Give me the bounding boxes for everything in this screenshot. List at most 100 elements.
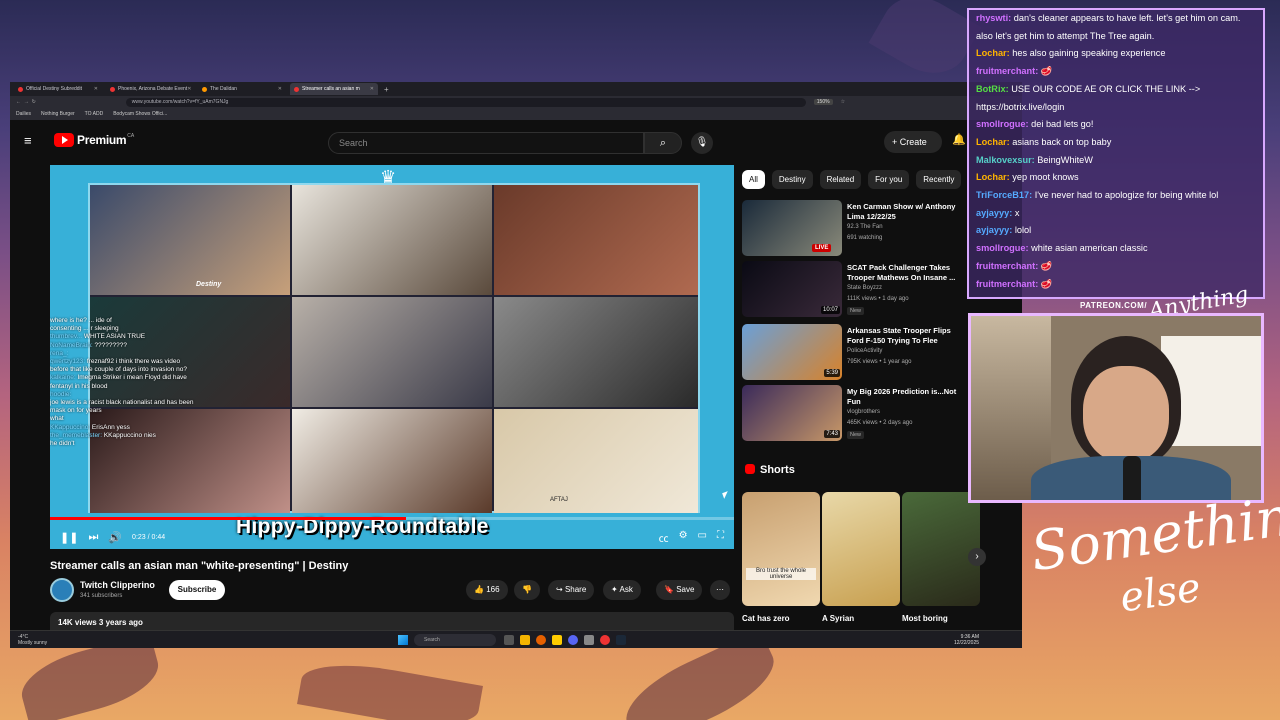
next-icon[interactable]: ⏭ xyxy=(88,531,98,544)
chat-username[interactable]: smollrogue: xyxy=(976,243,1029,253)
video-cam-tile xyxy=(292,185,492,295)
discord-icon[interactable] xyxy=(568,635,578,645)
chat-username[interactable]: fruitmerchant: xyxy=(976,66,1038,76)
short-title[interactable]: Cat has zero xyxy=(742,614,790,623)
forward-icon[interactable]: → xyxy=(24,99,29,105)
settings-icon[interactable]: ⚙ xyxy=(679,530,688,545)
chat-username[interactable]: ayjayyy: xyxy=(976,208,1012,218)
chat-username[interactable]: ayjayyy: xyxy=(976,225,1012,235)
channel-name[interactable]: PoliceActivity xyxy=(847,348,882,354)
chip-destiny[interactable]: Destiny xyxy=(771,170,813,189)
clock[interactable]: 9:36 AM 12/22/2025 xyxy=(954,634,979,646)
fullscreen-icon[interactable]: ⛶ xyxy=(717,530,724,545)
steam-icon[interactable] xyxy=(616,635,626,645)
taskbar-search[interactable]: Search xyxy=(414,634,496,646)
like-button[interactable]: 👍 166 xyxy=(466,580,508,600)
chat-username[interactable]: fruitmerchant: xyxy=(976,279,1038,289)
new-tab-button[interactable]: + xyxy=(384,85,389,94)
browser-tab-active[interactable]: Streamer calls an asian m ✕ xyxy=(290,83,378,95)
video-player[interactable]: ♛ Destiny AFTAJ where is he? ... ide of … xyxy=(50,165,734,549)
chevron-right-icon[interactable]: › xyxy=(968,548,986,566)
youtube-logo[interactable]: Premium CA xyxy=(54,133,134,147)
ask-button[interactable]: ✦ Ask xyxy=(603,580,641,600)
save-button[interactable]: 🔖 Save xyxy=(656,580,703,600)
microphone-icon[interactable]: 🎙 xyxy=(691,132,713,154)
channel-name[interactable]: vlogbrothers xyxy=(847,409,880,415)
task-view-icon[interactable] xyxy=(504,635,514,645)
browser-tab[interactable]: The Dalidan ✕ xyxy=(198,83,286,95)
chat-username[interactable]: Lochar: xyxy=(976,137,1010,147)
recommended-video[interactable]: 7:43 My Big 2026 Prediction is...Not Fun… xyxy=(742,385,972,441)
folder-icon[interactable] xyxy=(552,635,562,645)
chip-related[interactable]: Related xyxy=(819,170,862,189)
close-icon[interactable]: ✕ xyxy=(278,86,282,92)
miniplayer-icon[interactable]: ▭ xyxy=(698,530,707,545)
recommended-video[interactable]: 5:39 Arkansas State Trooper Flips Ford F… xyxy=(742,324,972,380)
recommended-video[interactable]: LIVE Ken Carman Show w/ Anthony Lima 12/… xyxy=(742,200,972,256)
short-thumbnail[interactable] xyxy=(822,492,900,606)
create-button[interactable]: + Create xyxy=(884,131,942,153)
video-title[interactable]: Arkansas State Trooper Flips Ford F-150 … xyxy=(847,326,967,345)
short-title[interactable]: Most boring xyxy=(902,614,948,623)
bell-icon[interactable]: 🔔 xyxy=(952,133,966,146)
browser-tab[interactable]: Phoenix, Arizona Debate Event ✕ xyxy=(106,83,194,95)
share-button[interactable]: ↪ Share xyxy=(548,580,595,600)
video-meta: 465K views • 2 days ago xyxy=(847,420,913,426)
bookmark[interactable]: Dailies xyxy=(16,111,31,117)
video-title[interactable]: SCAT Pack Challenger Takes Trooper Mathe… xyxy=(847,263,967,282)
app-icon[interactable] xyxy=(584,635,594,645)
video-title[interactable]: Ken Carman Show w/ Anthony Lima 12/22/25 xyxy=(847,202,967,221)
chat-username[interactable]: TriForceB17: xyxy=(976,190,1032,200)
close-icon[interactable]: ✕ xyxy=(94,86,98,92)
stream-chat-message: kalkaine: Imegma Striker i mean Floyd di… xyxy=(50,374,200,390)
channel-avatar[interactable] xyxy=(50,578,74,602)
bookmark[interactable]: Bodycam Shows Offici... xyxy=(113,111,167,117)
dislike-button[interactable]: 👎 xyxy=(514,580,540,600)
weather-widget[interactable]: -4°C Mostly sunny xyxy=(18,634,47,646)
search-icon[interactable]: ⌕ xyxy=(644,132,682,154)
short-title[interactable]: A Syrian xyxy=(822,614,854,623)
chat-username[interactable]: fruitmerchant: xyxy=(976,261,1038,271)
chip-all[interactable]: All xyxy=(742,170,765,189)
chat-username[interactable]: BotRix: xyxy=(976,84,1009,94)
back-icon[interactable]: ← xyxy=(16,99,21,105)
channel-name[interactable]: 92.3 The Fan xyxy=(847,224,883,230)
close-icon[interactable]: ✕ xyxy=(187,86,191,92)
chat-username[interactable]: rhyswti: xyxy=(976,13,1011,23)
progress-bar[interactable] xyxy=(50,517,734,520)
star-icon[interactable]: ☆ xyxy=(841,99,845,105)
chat-username[interactable]: Lochar: xyxy=(976,172,1010,182)
chat-username[interactable]: Lochar: xyxy=(976,48,1010,58)
close-icon[interactable]: ✕ xyxy=(370,86,374,92)
more-icon[interactable]: ⋯ xyxy=(710,580,730,600)
short-thumbnail[interactable] xyxy=(902,492,980,606)
browser-tab[interactable]: Official Destiny Subreddit ✕ xyxy=(14,83,102,95)
chip-recently[interactable]: Recently xyxy=(916,170,962,189)
obs-icon[interactable] xyxy=(600,635,610,645)
chat-username[interactable]: Malkovexsur: xyxy=(976,155,1035,165)
bookmark[interactable]: TO ADD xyxy=(85,111,104,117)
zoom-level[interactable]: 150% xyxy=(813,99,833,105)
firefox-icon[interactable] xyxy=(536,635,546,645)
subscribe-button[interactable]: Subscribe xyxy=(169,580,225,600)
volume-icon[interactable]: 🔊 xyxy=(108,531,122,544)
reload-icon[interactable]: ↻ xyxy=(32,99,36,105)
captions-icon[interactable]: ㏄ xyxy=(659,530,669,545)
recommended-video[interactable]: 10:07 SCAT Pack Challenger Takes Trooper… xyxy=(742,261,972,317)
url-field[interactable]: www.youtube.com/watch?v=fY_uAm7GNJg xyxy=(125,97,806,107)
search-input[interactable]: Search xyxy=(328,132,644,154)
chat-message: Malkovexsur: BeingWhiteW xyxy=(976,152,1256,170)
channel-name[interactable]: State Boyzzz xyxy=(847,285,882,291)
file-explorer-icon[interactable] xyxy=(520,635,530,645)
windows-start-icon[interactable] xyxy=(398,635,408,645)
sparkle-icon: ✦ xyxy=(611,585,618,594)
hamburger-menu-icon[interactable]: ≡ xyxy=(24,134,38,147)
short-thumbnail[interactable]: Bro trust the whole universe xyxy=(742,492,820,606)
brand-logo: else xyxy=(1117,564,1204,622)
bookmark[interactable]: Nothing Burger xyxy=(41,111,75,117)
pause-icon[interactable]: ❚❚ xyxy=(60,531,78,544)
chat-username[interactable]: smollrogue: xyxy=(976,119,1029,129)
channel-name[interactable]: Twitch Clipperino xyxy=(80,580,155,590)
chip-for-you[interactable]: For you xyxy=(868,170,910,189)
video-title[interactable]: My Big 2026 Prediction is...Not Fun xyxy=(847,387,967,406)
